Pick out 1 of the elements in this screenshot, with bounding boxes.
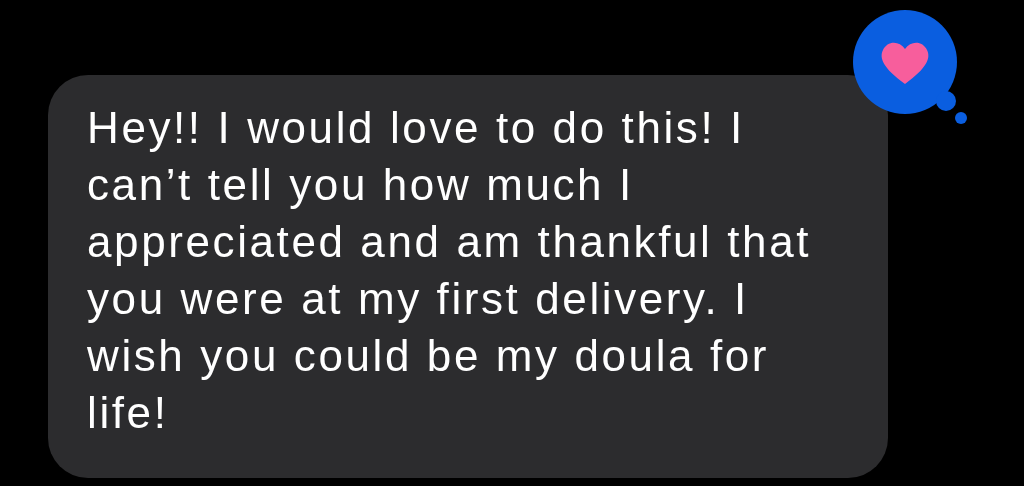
- message-text: Hey!! I would love to do this! I can’t tell you how much I appreciated and am thankful that you were at my first delivery. I wish you could be my doula for life!: [87, 102, 813, 439]
